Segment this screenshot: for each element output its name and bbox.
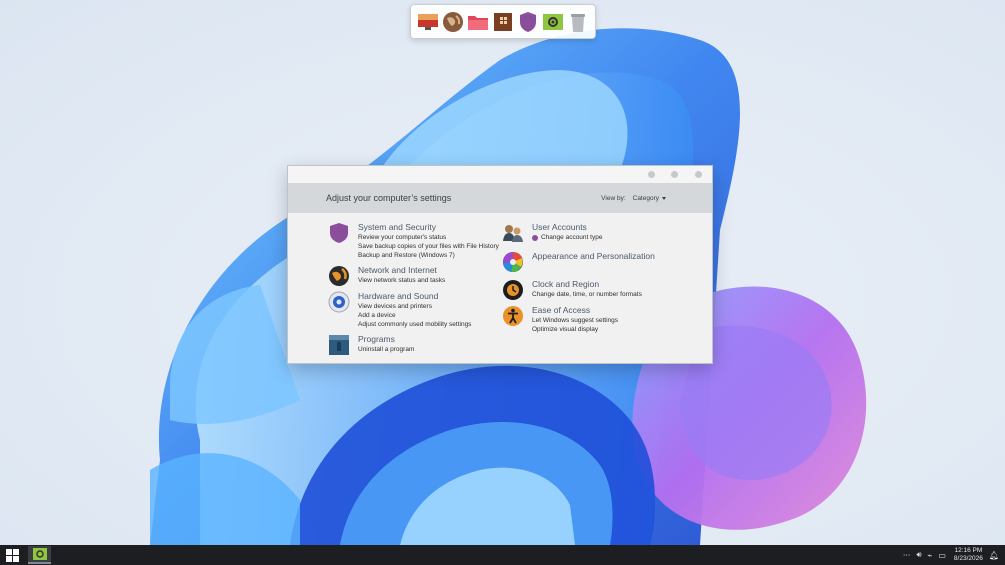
link-add-device[interactable]: Add a device xyxy=(358,311,471,320)
category-programs: Programs Uninstall a program xyxy=(328,334,414,356)
category-title-network[interactable]: Network and Internet xyxy=(358,265,445,276)
category-title-system-security[interactable]: System and Security xyxy=(358,222,499,233)
title-bar[interactable] xyxy=(288,166,712,183)
accessibility-icon xyxy=(503,306,523,326)
users-icon xyxy=(503,225,523,242)
shield-icon xyxy=(330,223,348,243)
clock[interactable]: 12:16 PM 8/23/2026 xyxy=(954,547,983,563)
maximize-button[interactable] xyxy=(671,171,678,178)
link-row-account-type: Change account type xyxy=(532,233,602,242)
network-icon[interactable]: ⌁ xyxy=(928,551,933,560)
category-title-clock[interactable]: Clock and Region xyxy=(532,279,642,290)
view-by-select[interactable]: Category xyxy=(633,195,666,202)
view-by-value: Category xyxy=(632,195,659,202)
category-title-hardware[interactable]: Hardware and Sound xyxy=(358,291,471,302)
system-tray: ··· 🔊︎ ⌁ ▭ 12:16 PM 8/23/2026 🔔︎ xyxy=(903,545,1005,565)
category-title-programs[interactable]: Programs xyxy=(358,334,414,345)
page-title: Adjust your computer’s settings xyxy=(326,193,452,203)
settings-icon[interactable] xyxy=(542,11,564,33)
shield-badge-icon xyxy=(532,234,538,241)
clock-icon xyxy=(503,280,523,300)
header-bar: Adjust your computer’s settings View by:… xyxy=(288,183,712,213)
display-tray-icon[interactable]: ▭ xyxy=(938,551,946,560)
shield-icon[interactable] xyxy=(517,11,539,33)
link-backup-restore[interactable]: Backup and Restore (Windows 7) xyxy=(358,251,499,260)
link-optimize-display[interactable]: Optimize visual display xyxy=(532,325,618,334)
taskbar-app-control-panel[interactable] xyxy=(28,546,51,564)
network-globe-icon xyxy=(329,266,349,286)
link-review-status[interactable]: Review your computer's status xyxy=(358,233,499,242)
color-wheel-icon xyxy=(502,251,523,273)
category-network-internet: Network and Internet View network status… xyxy=(328,265,445,287)
link-change-account-type[interactable]: Change account type xyxy=(541,233,602,242)
overflow-icon[interactable]: ··· xyxy=(903,551,911,560)
category-user-accounts: User Accounts Change account type xyxy=(502,222,602,244)
speaker-icon xyxy=(328,291,350,313)
volume-icon[interactable]: 🔊︎ xyxy=(916,550,921,560)
link-date-time-formats[interactable]: Change date, time, or number formats xyxy=(532,290,642,299)
category-appearance: Appearance and Personalization xyxy=(502,251,655,273)
link-mobility-settings[interactable]: Adjust commonly used mobility settings xyxy=(358,320,471,329)
close-button[interactable] xyxy=(695,171,702,178)
trash-icon[interactable] xyxy=(567,11,589,33)
category-title-ease[interactable]: Ease of Access xyxy=(532,305,618,316)
category-clock-region: Clock and Region Change date, time, or n… xyxy=(502,279,642,301)
view-by: View by: Category xyxy=(601,195,666,202)
chevron-down-icon xyxy=(662,197,666,200)
package-icon[interactable] xyxy=(492,11,514,33)
category-ease-of-access: Ease of Access Let Windows suggest setti… xyxy=(502,305,618,334)
link-uninstall-program[interactable]: Uninstall a program xyxy=(358,345,414,354)
view-by-label: View by: xyxy=(601,195,626,202)
programs-icon xyxy=(329,335,349,355)
globe-icon[interactable] xyxy=(442,11,464,33)
taskbar: ··· 🔊︎ ⌁ ▭ 12:16 PM 8/23/2026 🔔︎ xyxy=(0,545,1005,565)
start-button[interactable] xyxy=(6,549,19,562)
clock-date: 8/23/2026 xyxy=(953,555,983,562)
display-icon[interactable] xyxy=(417,11,439,33)
link-suggest-settings[interactable]: Let Windows suggest settings xyxy=(532,316,618,325)
category-hardware-sound: Hardware and Sound View devices and prin… xyxy=(328,291,471,329)
category-system-security: System and Security Review your computer… xyxy=(328,222,499,260)
control-panel-window: Adjust your computer’s settings View by:… xyxy=(287,165,713,364)
category-title-appearance[interactable]: Appearance and Personalization xyxy=(532,251,655,262)
minimize-button[interactable] xyxy=(648,171,655,178)
control-panel-icon xyxy=(32,548,47,560)
link-network-status[interactable]: View network status and tasks xyxy=(358,276,445,285)
clock-time: 12:16 PM xyxy=(954,547,983,554)
notification-icon[interactable]: 🔔︎ xyxy=(989,551,999,560)
category-title-users[interactable]: User Accounts xyxy=(532,222,602,233)
link-devices-printers[interactable]: View devices and printers xyxy=(358,302,471,311)
folder-icon[interactable] xyxy=(467,11,489,33)
link-file-history[interactable]: Save backup copies of your files with Fi… xyxy=(358,242,499,251)
app-dock xyxy=(410,4,596,39)
